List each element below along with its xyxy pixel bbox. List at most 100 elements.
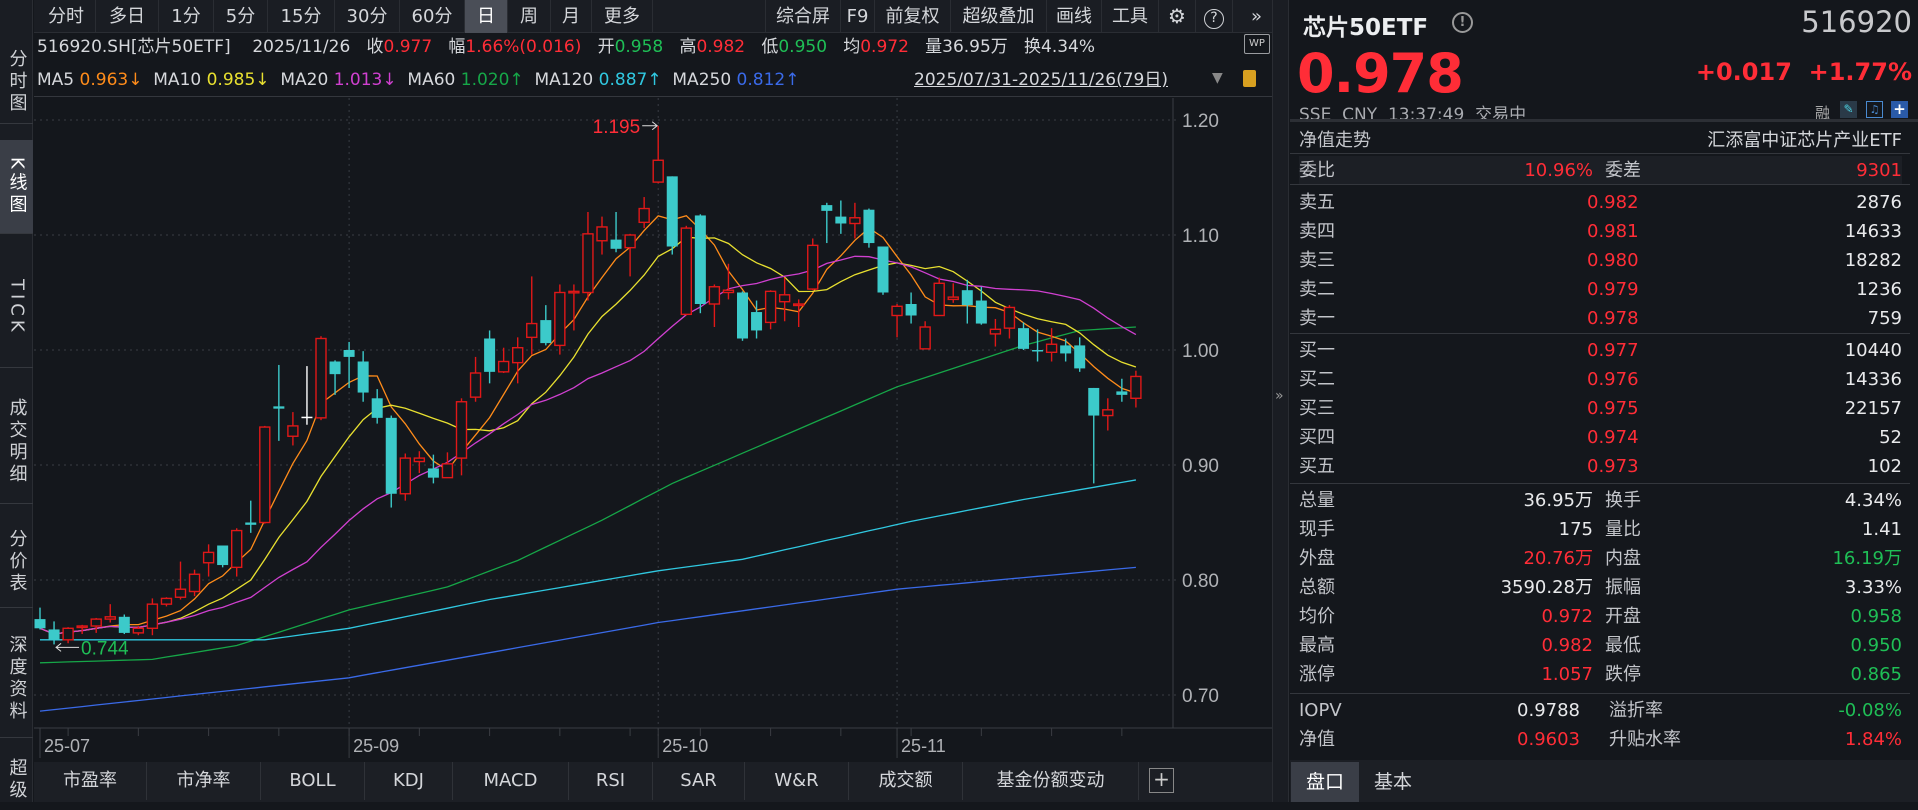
kline-chart[interactable]: 1.20 1.10 1.00 0.90 0.80 0.70 25-07 25-09 25-10 2… bbox=[0, 0, 1272, 802]
level-volume: 759 bbox=[1867, 308, 1902, 329]
candle bbox=[287, 412, 299, 446]
stat-value: 0.950 bbox=[1850, 635, 1902, 656]
divider bbox=[1290, 184, 1910, 185]
candle-body bbox=[568, 290, 580, 294]
candle-body bbox=[722, 289, 735, 294]
bid-row[interactable]: 买四 0.974 52 bbox=[1299, 423, 1902, 452]
candle-body bbox=[245, 522, 257, 525]
tab-macd[interactable]: MACD bbox=[453, 762, 569, 800]
candle-body bbox=[315, 337, 327, 419]
stat-value: 3590.28万 bbox=[1500, 577, 1593, 598]
header-separator bbox=[1290, 119, 1918, 122]
bell-icon[interactable]: ♫ bbox=[1866, 101, 1883, 118]
candle-body bbox=[596, 226, 608, 242]
candle-body bbox=[160, 597, 173, 605]
tab-turnover[interactable]: 成交额 bbox=[849, 762, 963, 800]
candle bbox=[975, 286, 987, 325]
level-label: 买四 bbox=[1299, 427, 1335, 448]
stat-label: IOPV bbox=[1299, 700, 1342, 721]
ask-row[interactable]: 卖一 0.978 759 bbox=[1299, 304, 1902, 333]
candle bbox=[90, 617, 102, 633]
candle bbox=[708, 284, 721, 327]
candle bbox=[245, 500, 257, 533]
candle bbox=[1018, 322, 1029, 350]
stat-value: 175 bbox=[1558, 519, 1593, 540]
stat-value: 0.9603 bbox=[1517, 729, 1580, 750]
stat-value: 4.34% bbox=[1844, 490, 1902, 511]
tab-pb[interactable]: 市净率 bbox=[147, 762, 261, 800]
plus-icon[interactable]: + bbox=[1891, 101, 1908, 118]
candle-body bbox=[1130, 375, 1142, 400]
candle bbox=[778, 277, 791, 322]
candle-body bbox=[666, 176, 678, 247]
add-indicator-button[interactable]: + bbox=[1149, 768, 1174, 793]
candle-body bbox=[1018, 328, 1029, 349]
divider bbox=[1290, 333, 1910, 334]
tab-wr[interactable]: W&R bbox=[745, 762, 849, 800]
candle-body bbox=[877, 246, 889, 293]
candle bbox=[540, 305, 552, 346]
stat-row: 涨停 1.057 跌停 0.865 bbox=[1299, 660, 1902, 689]
price-tick-label: 1.20 bbox=[1182, 111, 1219, 132]
candle bbox=[441, 452, 454, 479]
pencil-icon[interactable]: ✎ bbox=[1840, 101, 1857, 118]
candle-body bbox=[1102, 409, 1114, 417]
level-price: 0.979 bbox=[1587, 279, 1639, 300]
stat-label: 溢折率 bbox=[1609, 700, 1663, 721]
bid-row[interactable]: 买三 0.975 22157 bbox=[1299, 394, 1902, 423]
level-label: 卖三 bbox=[1299, 250, 1335, 271]
tab-fund-shares[interactable]: 基金份额变动 bbox=[963, 762, 1139, 800]
tab-boll[interactable]: BOLL bbox=[261, 762, 365, 800]
bid-row[interactable]: 买二 0.976 14336 bbox=[1299, 365, 1902, 394]
candle bbox=[497, 347, 510, 373]
candle bbox=[764, 290, 777, 330]
nav-trend-link[interactable]: 净值走势 bbox=[1299, 126, 1371, 155]
trading-status: 交易中 bbox=[1475, 105, 1527, 125]
level-price: 0.973 bbox=[1587, 456, 1639, 477]
fund-full-name: 汇添富中证芯片产业ETF bbox=[1707, 130, 1902, 151]
tab-rsi[interactable]: RSI bbox=[569, 762, 653, 800]
quote-time: 13:37:49 bbox=[1387, 105, 1465, 125]
tab-pe[interactable]: 市盈率 bbox=[34, 762, 147, 800]
level-label: 卖二 bbox=[1299, 279, 1335, 300]
candle bbox=[1045, 328, 1058, 362]
candle bbox=[722, 263, 735, 300]
candle bbox=[989, 318, 1002, 347]
candle bbox=[230, 528, 243, 577]
candle bbox=[455, 398, 468, 476]
ma20-line bbox=[39, 255, 1137, 635]
candle-body bbox=[1088, 387, 1100, 416]
candle-body bbox=[202, 551, 215, 564]
bid-row[interactable]: 买一 0.977 10440 bbox=[1299, 336, 1902, 365]
tab-sar[interactable]: SAR bbox=[653, 762, 745, 800]
level-label: 卖四 bbox=[1299, 221, 1335, 242]
stat-value: -0.08% bbox=[1838, 700, 1902, 721]
nav-trend-row[interactable]: 净值走势 汇添富中证芯片产业ETF bbox=[1299, 126, 1902, 155]
candle bbox=[582, 212, 594, 301]
level-price: 0.976 bbox=[1587, 369, 1639, 390]
candle-body bbox=[778, 294, 791, 303]
candle bbox=[273, 364, 285, 441]
collapse-icon[interactable]: » bbox=[1275, 388, 1284, 404]
candle-body bbox=[1032, 350, 1044, 352]
candle bbox=[849, 202, 861, 239]
candle-body bbox=[891, 305, 903, 317]
tab-order-book[interactable]: 盘口 bbox=[1291, 762, 1359, 802]
tab-kdj[interactable]: KDJ bbox=[365, 762, 453, 800]
ask-row[interactable]: 卖四 0.981 14633 bbox=[1299, 217, 1902, 246]
panel-splitter[interactable]: » bbox=[1272, 0, 1289, 802]
candle-body bbox=[961, 290, 973, 306]
stat-label: 升贴水率 bbox=[1609, 729, 1681, 750]
info-icon[interactable]: ! bbox=[1452, 12, 1473, 33]
level-volume: 18282 bbox=[1844, 250, 1902, 271]
candle bbox=[118, 614, 130, 635]
candle bbox=[596, 216, 608, 255]
level-label: 卖五 bbox=[1299, 192, 1335, 213]
tab-basic[interactable]: 基本 bbox=[1362, 762, 1424, 802]
bid-row[interactable]: 买五 0.973 102 bbox=[1299, 452, 1902, 481]
ask-row[interactable]: 卖三 0.980 18282 bbox=[1299, 246, 1902, 275]
ask-row[interactable]: 卖二 0.979 1236 bbox=[1299, 275, 1902, 304]
candle-body bbox=[540, 320, 552, 344]
ask-row[interactable]: 卖五 0.982 2876 bbox=[1299, 188, 1902, 217]
candle-body bbox=[835, 216, 847, 224]
